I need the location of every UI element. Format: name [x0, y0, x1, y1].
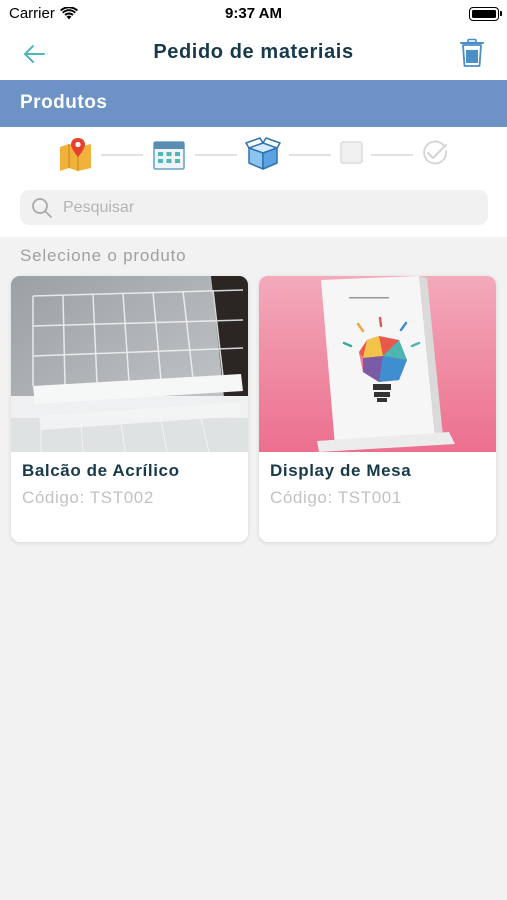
product-title: Display de Mesa	[270, 461, 412, 480]
product-image	[11, 276, 248, 452]
calendar-icon[interactable]	[151, 137, 187, 171]
list-label: Selecione o produto	[20, 246, 187, 265]
page-title: Pedido de materiais	[153, 41, 354, 63]
product-card[interactable]: Balcão de Acrílico Código: TST002	[11, 276, 248, 542]
step-indicator	[0, 127, 507, 182]
check-circle-icon[interactable]	[418, 137, 454, 171]
section-title: Produtos	[20, 92, 108, 113]
product-image	[259, 276, 496, 452]
search-icon	[32, 198, 52, 218]
search-section	[0, 182, 507, 237]
map-pin-icon[interactable]	[58, 137, 94, 171]
product-title: Balcão de Acrílico	[22, 461, 180, 480]
nav-bar: Pedido de materiais	[0, 28, 507, 80]
step-connector	[195, 154, 237, 156]
product-code: Código: TST002	[22, 488, 154, 507]
square-icon[interactable]	[336, 137, 372, 171]
step-connector	[289, 154, 331, 156]
search-bar[interactable]	[20, 190, 488, 225]
step-connector	[371, 154, 413, 156]
box-icon[interactable]	[245, 137, 281, 171]
status-time: 9:37 AM	[225, 5, 282, 22]
section-header: Produtos	[0, 80, 507, 127]
product-card[interactable]: Display de Mesa Código: TST001	[259, 276, 496, 542]
battery-icon	[469, 7, 502, 21]
search-input[interactable]	[63, 190, 463, 225]
product-code: Código: TST001	[270, 488, 402, 507]
step-connector	[101, 154, 143, 156]
status-bar: Carrier 9:37 AM	[0, 0, 507, 28]
trash-icon[interactable]	[459, 38, 485, 68]
